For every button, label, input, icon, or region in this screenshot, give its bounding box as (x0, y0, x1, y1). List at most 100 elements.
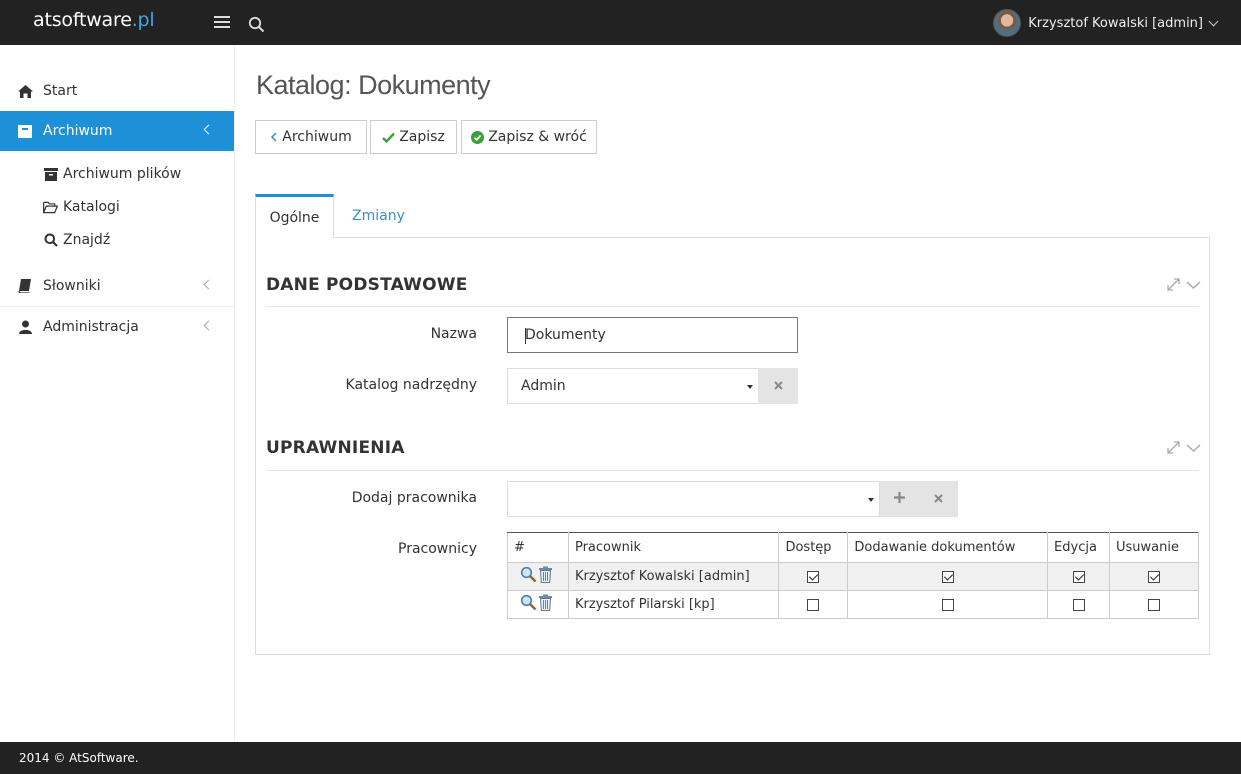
sidebar-item-label: Archiwum (43, 123, 113, 139)
chevron-left-icon (270, 132, 278, 142)
column-header[interactable]: # (507, 532, 569, 563)
edit-checkbox[interactable] (1072, 570, 1085, 583)
user-icon (17, 319, 33, 335)
sidebar-item-label: Start (43, 83, 78, 99)
sidebar-item-label: Słowniki (43, 278, 101, 294)
back-to-archive-button[interactable]: Archiwum (255, 120, 367, 154)
magnifier-icon[interactable] (520, 594, 537, 611)
sidebar-subitem-znajdz[interactable]: Znajdź (43, 229, 110, 251)
sidebar-subitem-archiwum-plikow[interactable]: Archiwum plików (43, 163, 181, 185)
close-icon (773, 378, 783, 394)
search-icon[interactable] (248, 16, 265, 33)
chevron-left-icon (203, 124, 214, 135)
table-header-row: # Pracownik Dostęp Dodawanie dokumentów … (507, 532, 1199, 563)
sidebar-subitem-label: Archiwum plików (63, 166, 182, 182)
chevron-left-icon (203, 279, 214, 290)
add-worker-select[interactable] (507, 481, 880, 517)
sidebar-item-label: Administracja (43, 319, 139, 335)
page-title: Katalog: Dokumenty (256, 70, 491, 100)
search-icon (43, 233, 58, 248)
clear-parent-button[interactable] (758, 368, 798, 404)
row-actions (507, 590, 569, 619)
expand-icon[interactable] (1167, 441, 1180, 454)
delete-checkbox[interactable] (1148, 598, 1160, 611)
column-header[interactable]: Edycja (1047, 532, 1110, 563)
trash-icon[interactable] (538, 566, 553, 583)
tab-ogolne[interactable]: Ogólne (255, 194, 334, 238)
user-menu[interactable]: Krzysztof Kowalski [admin] (993, 8, 1219, 38)
row-actions (507, 562, 569, 591)
edit-cell (1047, 562, 1110, 591)
add-docs-checkbox[interactable] (941, 598, 954, 611)
section-tools-basic (1167, 278, 1201, 291)
chevron-down-icon[interactable] (1186, 280, 1201, 290)
save-and-return-button[interactable]: Zapisz & wróć (461, 120, 597, 154)
access-cell (778, 562, 849, 591)
sidebar-item-start[interactable]: Start (0, 71, 234, 111)
column-header[interactable]: Pracownik (567, 532, 780, 563)
sidebar-subitem-label: Znajdź (63, 232, 111, 248)
sidebar: Start Archiwum Archiwum plików Katalogi … (0, 45, 235, 742)
delete-cell (1109, 590, 1199, 619)
column-header[interactable]: Dodawanie dokumentów (847, 532, 1049, 563)
edit-cell (1047, 590, 1110, 619)
save-button-label: Zapisz (399, 129, 445, 145)
add-docs-cell (847, 590, 1049, 619)
workers-label: Pracownicy (398, 541, 477, 557)
parent-catalog-value: Admin (521, 378, 566, 394)
dropdown-arrow-icon (747, 385, 753, 389)
save-button[interactable]: Zapisz (370, 120, 457, 154)
table-row: Krzysztof Pilarski [kp] (507, 590, 1199, 619)
access-cell (778, 590, 849, 619)
worker-name-cell: Krzysztof Pilarski [kp] (567, 590, 780, 619)
chevron-left-icon (203, 320, 214, 331)
expand-icon[interactable] (1167, 278, 1180, 291)
section-title-permissions: UPRAWNIENIA (266, 438, 405, 458)
avatar (993, 9, 1022, 37)
section-tools-permissions (1167, 441, 1201, 454)
name-input[interactable]: Dokumenty (507, 317, 798, 353)
add-worker-button[interactable] (880, 481, 919, 517)
sidebar-subitem-katalogi[interactable]: Katalogi (43, 196, 120, 218)
save-return-button-label: Zapisz & wróć (488, 129, 587, 145)
chevron-down-icon (1208, 16, 1219, 26)
sidebar-item-administracja[interactable]: Administracja (0, 307, 234, 347)
add-docs-checkbox[interactable] (941, 570, 954, 583)
divider (266, 306, 1199, 307)
top-navbar: atsoftware.pl Krzysztof Kowalski [admin] (0, 0, 1241, 45)
back-button-label: Archiwum (282, 129, 352, 145)
brand-logo[interactable]: atsoftware.pl (33, 9, 155, 31)
book-icon (17, 278, 33, 294)
chevron-down-icon[interactable] (1186, 443, 1201, 453)
parent-catalog-select[interactable]: Admin (507, 368, 759, 404)
clear-worker-button[interactable] (919, 481, 958, 517)
home-icon (17, 83, 33, 99)
delete-checkbox[interactable] (1148, 570, 1160, 583)
access-checkbox[interactable] (807, 598, 820, 611)
table-row: Krzysztof Kowalski [admin] (507, 562, 1199, 591)
add-docs-cell (847, 562, 1049, 591)
worker-name-cell: Krzysztof Kowalski [admin] (567, 562, 780, 591)
edit-checkbox[interactable] (1072, 598, 1085, 611)
magnifier-icon[interactable] (520, 566, 537, 583)
brand-name: atsoftware (33, 9, 132, 31)
dropdown-arrow-icon (868, 498, 874, 502)
divider (266, 470, 1199, 471)
archive-box-icon (43, 167, 58, 182)
sidebar-subitem-label: Katalogi (63, 199, 120, 215)
trash-icon[interactable] (538, 594, 553, 611)
plus-icon (894, 491, 905, 507)
brand-tld: .pl (131, 9, 155, 31)
access-checkbox[interactable] (807, 570, 820, 583)
tab-zmiany[interactable]: Zmiany (352, 194, 405, 238)
check-icon (382, 132, 396, 143)
sidebar-item-archiwum[interactable]: Archiwum (0, 111, 234, 151)
footer: 2014 © AtSoftware. (0, 742, 1241, 774)
column-header[interactable]: Usuwanie (1109, 532, 1199, 563)
archive-icon (17, 123, 33, 139)
menu-toggle-icon[interactable] (214, 16, 230, 29)
sidebar-item-slowniki[interactable]: Słowniki (0, 266, 234, 306)
footer-text: 2014 © AtSoftware. (19, 751, 139, 765)
column-header[interactable]: Dostęp (778, 532, 849, 563)
section-title-basic: DANE PODSTAWOWE (266, 275, 468, 295)
